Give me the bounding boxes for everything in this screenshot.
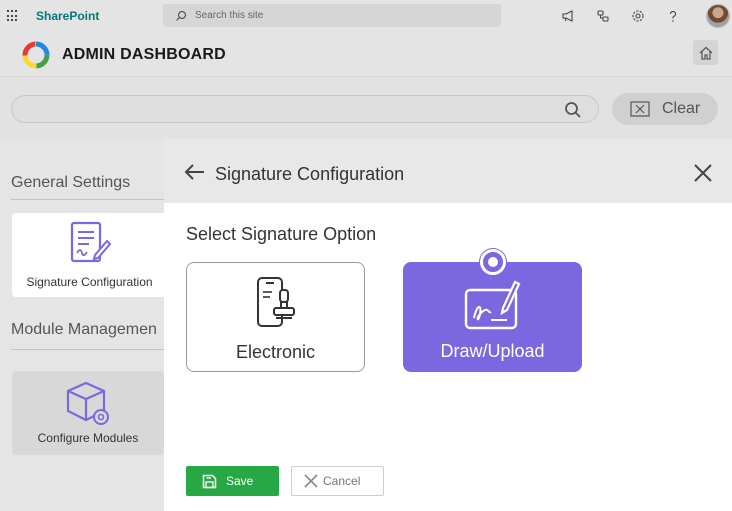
draw-upload-option-card[interactable]: Draw/Upload bbox=[403, 249, 582, 372]
signature-configuration-tile[interactable]: Signature Configuration bbox=[12, 213, 167, 297]
electronic-option-card[interactable]: Electronic bbox=[186, 262, 365, 372]
app-launcher-icon[interactable] bbox=[7, 10, 19, 22]
search-icon bbox=[565, 102, 581, 118]
search-icon bbox=[176, 10, 187, 21]
home-button[interactable] bbox=[693, 40, 718, 65]
general-settings-title: General Settings bbox=[11, 174, 131, 191]
site-search-placeholder: Search this site bbox=[195, 10, 264, 21]
site-search-box[interactable]: Search this site bbox=[163, 4, 501, 27]
module-management-title: Module Managemen bbox=[11, 321, 157, 338]
panel-title: Signature Configuration bbox=[215, 164, 405, 184]
megaphone-icon[interactable] bbox=[559, 7, 577, 25]
dashboard-search-input[interactable] bbox=[11, 95, 599, 123]
search-row: Clear bbox=[0, 77, 732, 139]
configure-modules-label: Configure Modules bbox=[37, 431, 139, 445]
clear-label: Clear bbox=[662, 100, 701, 117]
cancel-x-icon bbox=[304, 474, 318, 488]
section-divider bbox=[11, 199, 164, 200]
app-title: ADMIN DASHBOARD bbox=[62, 46, 226, 63]
app-header: ADMIN DASHBOARD bbox=[0, 32, 732, 77]
suite-bar: SharePoint Search this site bbox=[0, 0, 732, 32]
panel-header: Signature Configuration bbox=[164, 139, 732, 203]
phone-stamp-icon bbox=[256, 277, 295, 327]
save-button[interactable]: Save bbox=[186, 466, 279, 496]
user-avatar[interactable] bbox=[706, 4, 730, 28]
cancel-button[interactable]: Cancel bbox=[291, 466, 384, 496]
settings-icon[interactable] bbox=[629, 7, 647, 25]
cancel-label: Cancel bbox=[323, 474, 361, 488]
electronic-option-label: Electronic bbox=[235, 342, 316, 362]
signature-document-icon bbox=[70, 221, 111, 263]
selected-radio-indicator bbox=[480, 249, 506, 275]
draw-upload-option-label: Draw/Upload bbox=[440, 341, 545, 361]
help-icon[interactable] bbox=[664, 7, 682, 25]
home-icon bbox=[699, 46, 712, 60]
clear-box-icon bbox=[630, 101, 650, 117]
save-label: Save bbox=[226, 474, 254, 488]
configure-modules-tile[interactable]: Configure Modules bbox=[12, 371, 164, 455]
clear-button[interactable]: Clear bbox=[612, 93, 718, 125]
sharepoint-brand-link[interactable]: SharePoint bbox=[36, 9, 99, 23]
section-divider bbox=[11, 349, 164, 350]
share-icon[interactable] bbox=[594, 7, 612, 25]
select-option-heading: Select Signature Option bbox=[186, 224, 377, 244]
cube-settings-icon bbox=[66, 381, 109, 425]
back-arrow-icon[interactable] bbox=[184, 163, 206, 181]
draw-signature-icon bbox=[464, 280, 520, 330]
signature-configuration-panel: Signature Configuration Select Signature… bbox=[164, 139, 732, 511]
signature-tile-label: Signature Configuration bbox=[26, 275, 153, 289]
close-icon[interactable] bbox=[693, 163, 713, 183]
app-logo-icon bbox=[22, 41, 50, 69]
save-icon bbox=[202, 474, 217, 488]
